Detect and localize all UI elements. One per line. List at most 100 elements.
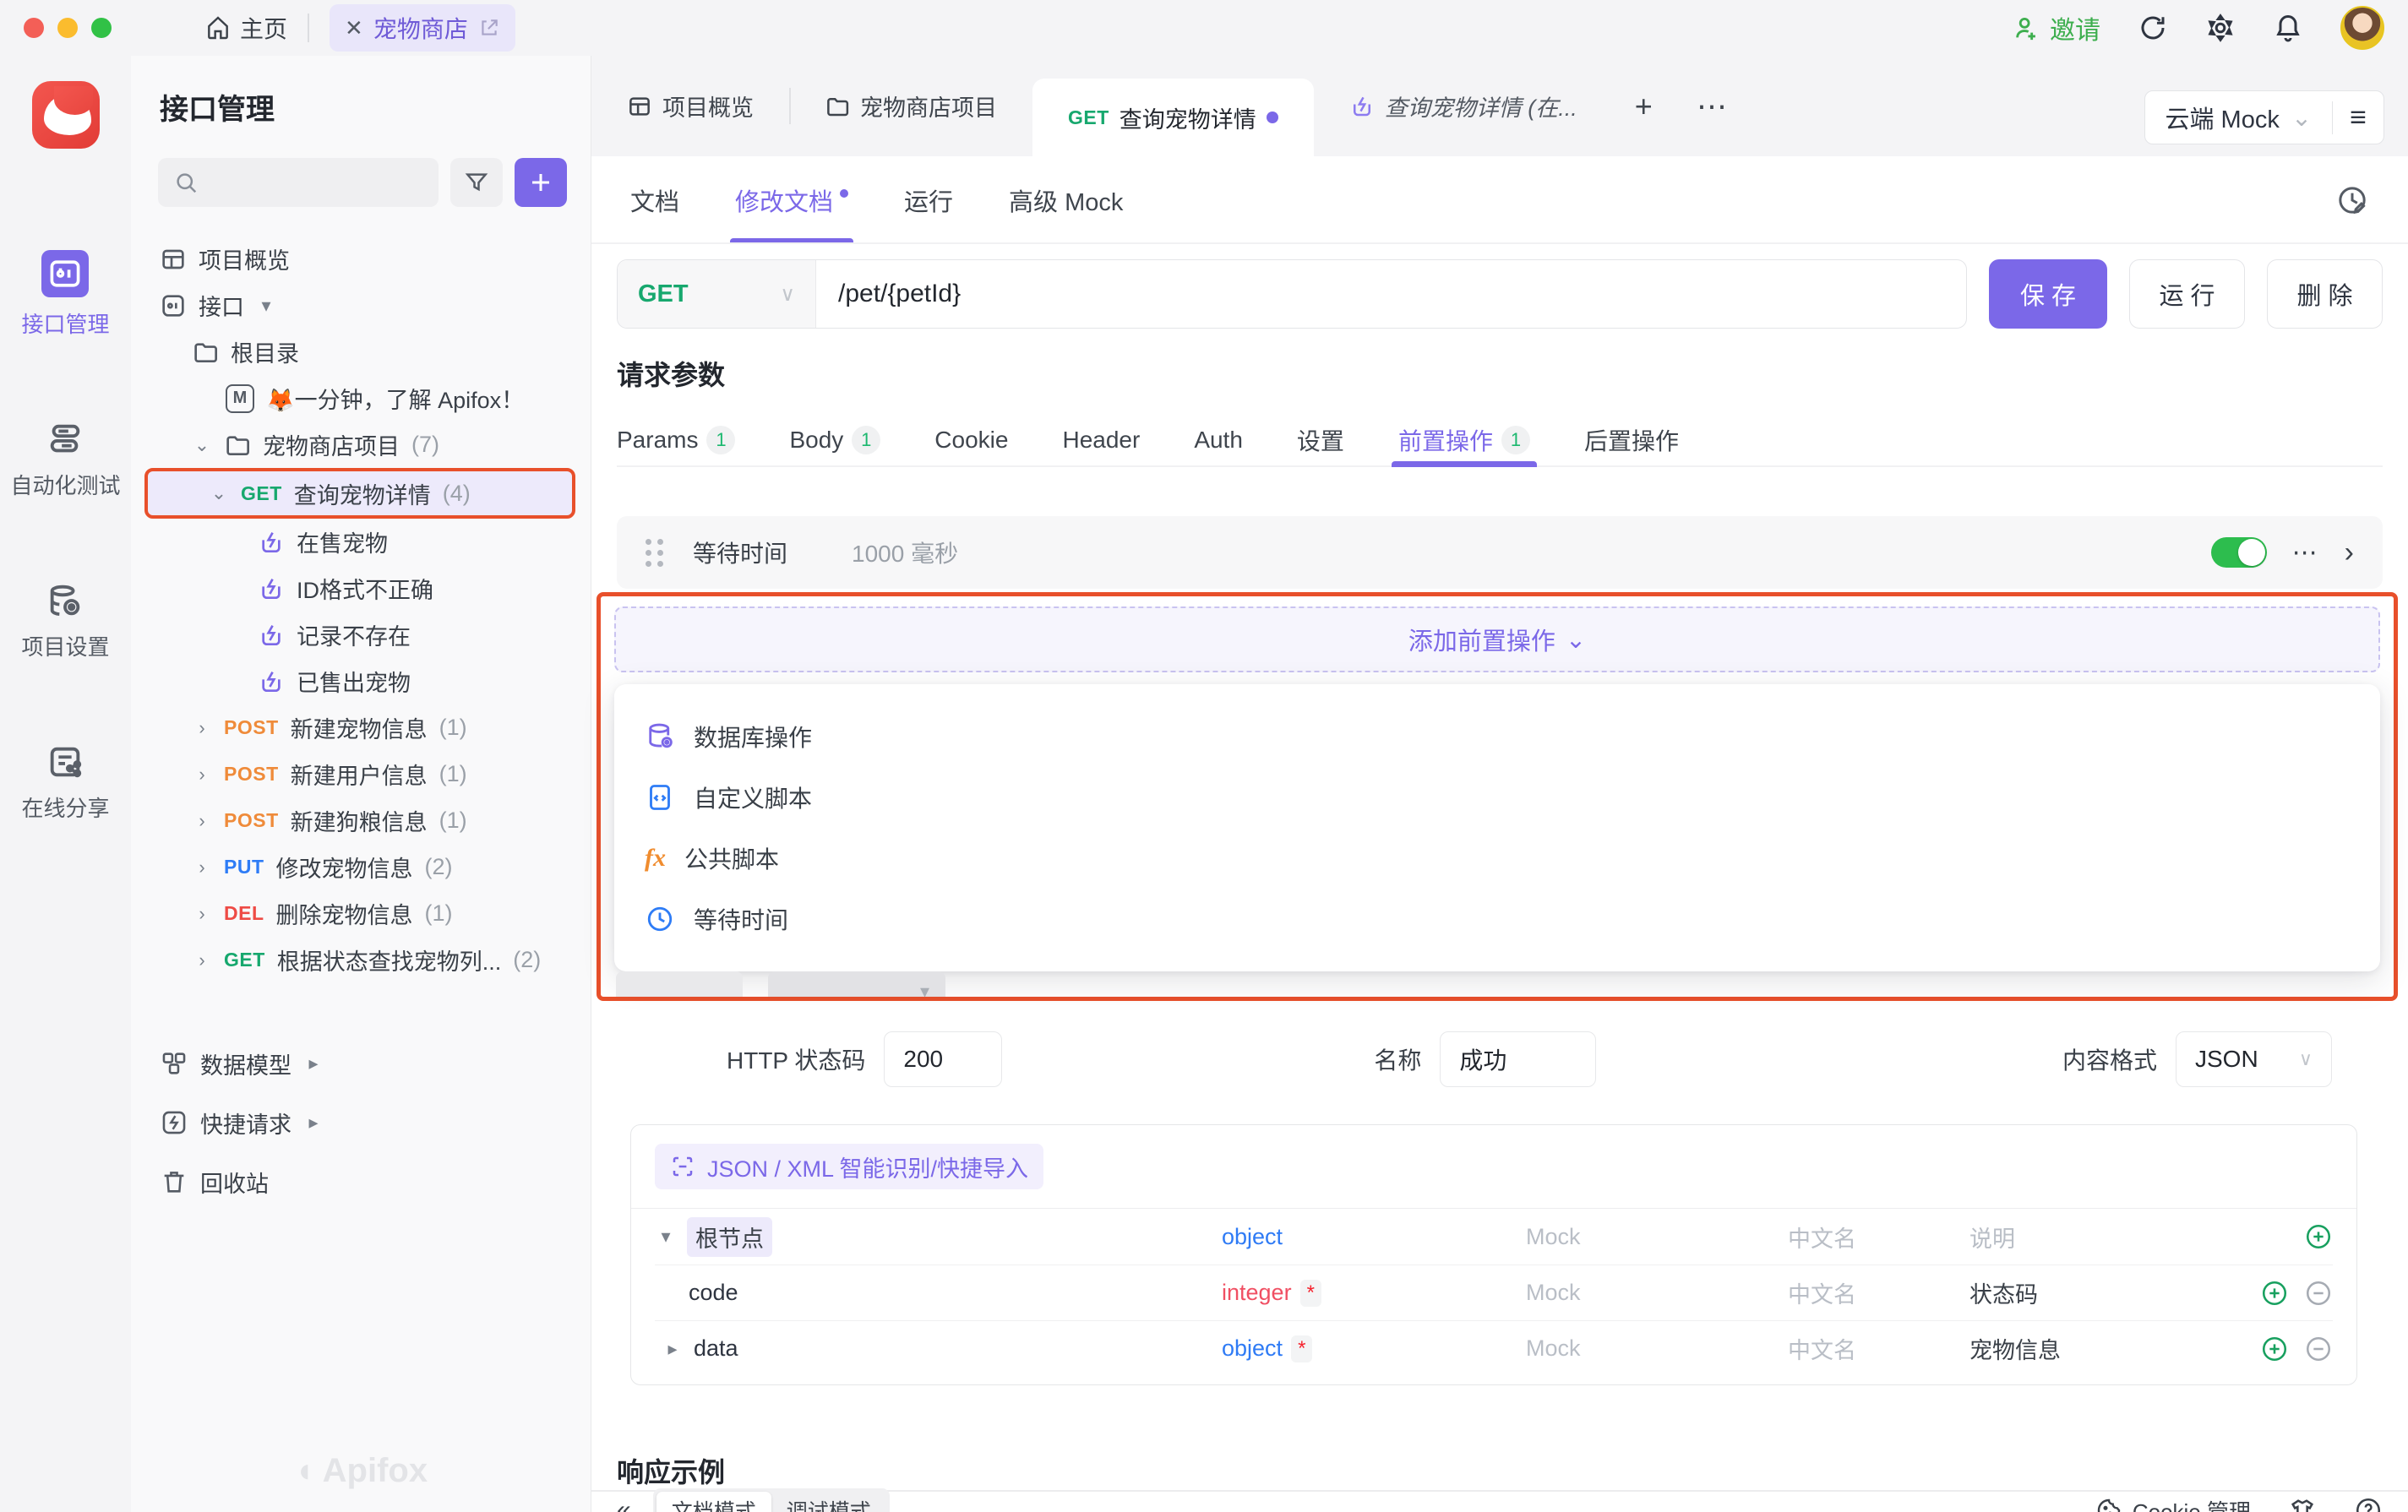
cn-name-placeholder[interactable]: 中文名: [1788, 1332, 1969, 1365]
sidebar-item-quick-request[interactable]: 快捷请求 ▸: [131, 1093, 591, 1152]
more-options-icon[interactable]: ⋯: [2292, 538, 2319, 568]
tab-params[interactable]: Params1: [617, 415, 735, 465]
sidebar-folder-root[interactable]: 根目录: [131, 329, 591, 375]
sidebar-case-not-found[interactable]: 记录不存在: [131, 612, 591, 658]
menu-item-database-operation[interactable]: 数据库操作: [614, 706, 2380, 767]
mock-placeholder[interactable]: Mock: [1526, 1335, 1788, 1362]
delete-button[interactable]: 删 除: [2267, 259, 2383, 329]
sidebar-item-api-group[interactable]: 接口 ▾: [131, 282, 591, 329]
sidebar-folder-petstore[interactable]: ⌄ 宠物商店项目 (7): [131, 422, 591, 468]
tab-run[interactable]: 运行: [904, 156, 953, 244]
schema-row-data[interactable]: ▸ data object * Mock 中文名 宠物信息: [655, 1320, 2333, 1376]
wait-time-card[interactable]: 等待时间 1000 毫秒 ⋯ ›: [617, 516, 2383, 589]
menu-item-custom-script[interactable]: 自定义脚本: [614, 767, 2380, 828]
field-name[interactable]: code: [689, 1280, 738, 1306]
sidebar-item-project-overview[interactable]: 项目概览: [131, 236, 591, 282]
apifox-logo[interactable]: [32, 81, 100, 149]
sidebar-item-recycle-bin[interactable]: 回收站: [131, 1152, 591, 1211]
cn-name-placeholder[interactable]: 中文名: [1788, 1276, 1969, 1309]
theme-shirt-icon[interactable]: [2288, 1496, 2317, 1512]
field-type[interactable]: object: [1222, 1335, 1283, 1362]
sidebar-item-get-pet-detail-selected[interactable]: ⌄ GET 查询宠物详情 (4): [144, 468, 575, 519]
debug-mode-button[interactable]: 调试模式: [771, 1492, 886, 1512]
mock-placeholder[interactable]: Mock: [1526, 1280, 1788, 1306]
field-type[interactable]: integer: [1222, 1280, 1292, 1306]
maximize-window-button[interactable]: [91, 18, 112, 38]
chevron-right-icon[interactable]: ›: [192, 949, 212, 971]
tab-body[interactable]: Body1: [789, 415, 880, 465]
sync-icon[interactable]: [2138, 13, 2168, 43]
cn-name-placeholder[interactable]: 中文名: [1788, 1221, 1969, 1254]
method-select[interactable]: GET ∨: [618, 260, 816, 328]
tab-pre-operations[interactable]: 前置操作1: [1398, 415, 1530, 465]
chevron-right-icon[interactable]: ▸: [303, 1052, 324, 1074]
sidebar-item-data-models[interactable]: 数据模型 ▸: [131, 1034, 591, 1093]
chevron-right-icon[interactable]: ▸: [303, 1112, 324, 1134]
tab-edit-doc[interactable]: 修改文档: [735, 156, 848, 244]
http-status-input[interactable]: 200: [884, 1031, 1002, 1087]
run-button[interactable]: 运 行: [2129, 259, 2245, 329]
close-tab-icon[interactable]: ✕: [345, 15, 363, 41]
rail-item-online-share[interactable]: 在线分享: [21, 742, 109, 823]
field-description[interactable]: 状态码: [1969, 1276, 2231, 1309]
tab-petstore-project[interactable]: 宠物商店项目: [789, 56, 1032, 156]
chevron-right-icon[interactable]: ›: [192, 810, 212, 832]
description-placeholder[interactable]: 说明: [1969, 1221, 2231, 1254]
new-tab-button[interactable]: +: [1613, 56, 1675, 156]
new-api-button[interactable]: [515, 158, 567, 207]
tab-post-operations[interactable]: 后置操作: [1584, 415, 1679, 465]
rail-item-api-management[interactable]: 接口管理: [21, 250, 109, 339]
sidebar-case-on-sale[interactable]: 在售宠物: [131, 519, 591, 565]
add-pre-operation-button[interactable]: 添加前置操作 ⌄: [614, 606, 2380, 672]
response-name-input[interactable]: 成功: [1440, 1031, 1596, 1087]
remove-field-icon[interactable]: [2304, 1335, 2333, 1363]
remove-field-icon[interactable]: [2304, 1279, 2333, 1308]
chevron-right-icon[interactable]: ›: [192, 903, 212, 925]
tab-project-overview[interactable]: 项目概览: [591, 56, 789, 156]
sidebar-item-post-create-dogfood[interactable]: › POST 新建狗粮信息 (1): [131, 797, 591, 844]
sidebar-case-sold[interactable]: 已售出宠物: [131, 658, 591, 704]
chevron-down-icon[interactable]: ⌄: [192, 434, 212, 456]
tab-cookie[interactable]: Cookie: [934, 415, 1008, 465]
tab-pet-detail-mock[interactable]: 查询宠物详情 (在...: [1314, 56, 1613, 156]
add-field-icon[interactable]: [2260, 1279, 2289, 1308]
environment-selector[interactable]: 云端 Mock ⌄: [2145, 100, 2333, 135]
sidebar-item-post-create-user[interactable]: › POST 新建用户信息 (1): [131, 751, 591, 797]
field-type[interactable]: object: [1222, 1224, 1283, 1250]
user-avatar[interactable]: [2340, 6, 2384, 50]
invite-button[interactable]: 邀请: [2013, 9, 2100, 46]
close-window-button[interactable]: [24, 18, 44, 38]
mock-placeholder[interactable]: Mock: [1526, 1224, 1788, 1250]
chevron-down-icon[interactable]: ▾: [655, 1226, 677, 1248]
environment-menu-button[interactable]: ≡: [2332, 101, 2383, 134]
search-input[interactable]: [158, 158, 439, 207]
menu-item-public-script[interactable]: fx 公共脚本: [614, 828, 2380, 889]
rail-item-automated-testing[interactable]: 自动化测试: [10, 420, 120, 500]
filter-button[interactable]: [450, 158, 503, 207]
tab-auth[interactable]: Auth: [1194, 415, 1243, 465]
settings-gear-icon[interactable]: [2205, 13, 2236, 43]
field-name[interactable]: data: [694, 1335, 738, 1362]
chevron-right-icon[interactable]: ▸: [662, 1338, 684, 1360]
tab-doc[interactable]: 文档: [630, 156, 679, 244]
chevron-down-icon[interactable]: ⌄: [209, 482, 229, 504]
minimize-window-button[interactable]: [57, 18, 78, 38]
chevron-right-icon[interactable]: ›: [192, 857, 212, 878]
schema-row-code[interactable]: code integer * Mock 中文名 状态码: [655, 1265, 2333, 1320]
chevron-right-icon[interactable]: ›: [2345, 536, 2354, 569]
collapse-sidebar-icon[interactable]: «: [617, 1496, 631, 1512]
add-field-icon[interactable]: [2304, 1222, 2333, 1251]
chevron-right-icon[interactable]: ›: [192, 717, 212, 739]
tab-overflow-button[interactable]: ⋯: [1675, 56, 1749, 156]
tab-header[interactable]: Header: [1062, 415, 1140, 465]
url-input[interactable]: /pet/{petId}: [816, 260, 1966, 328]
chevron-down-icon[interactable]: ▾: [256, 295, 276, 317]
chevron-right-icon[interactable]: ›: [192, 764, 212, 786]
notifications-bell-icon[interactable]: [2273, 13, 2303, 43]
json-xml-import-button[interactable]: JSON / XML 智能识别/快捷导入: [655, 1144, 1043, 1189]
sidebar-item-post-create-pet[interactable]: › POST 新建宠物信息 (1): [131, 704, 591, 751]
schema-row-root[interactable]: ▾ 根节点 object Mock 中文名 说明: [655, 1209, 2333, 1265]
menu-item-wait-time[interactable]: 等待时间: [614, 889, 2380, 949]
field-description[interactable]: 宠物信息: [1969, 1332, 2231, 1365]
drag-handle-icon[interactable]: [646, 539, 664, 567]
